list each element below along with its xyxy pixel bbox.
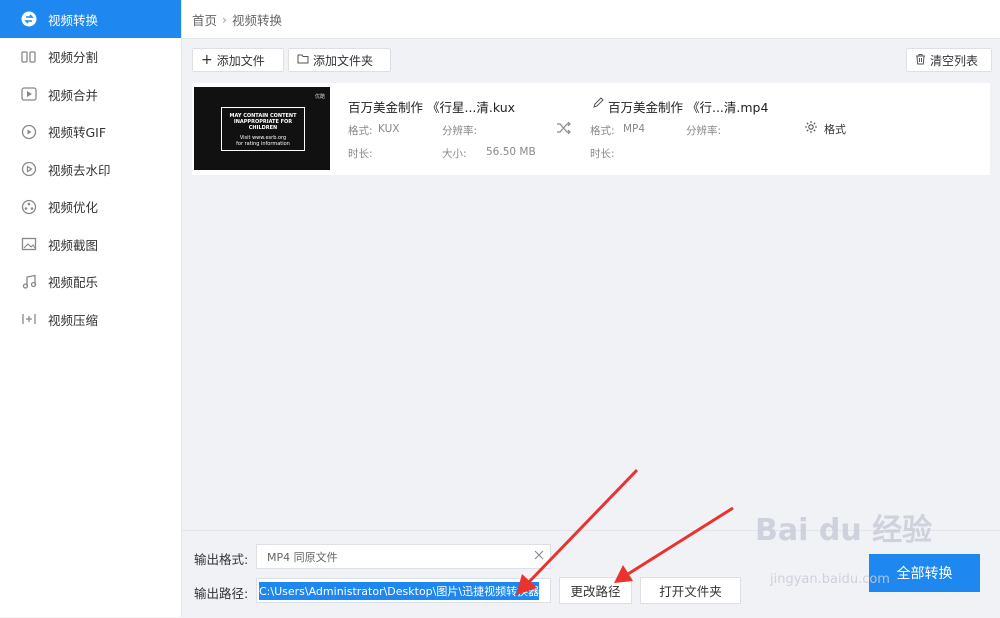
- arrow-to-change-path-icon: [614, 506, 734, 583]
- annotation-arrows: [516, 468, 734, 595]
